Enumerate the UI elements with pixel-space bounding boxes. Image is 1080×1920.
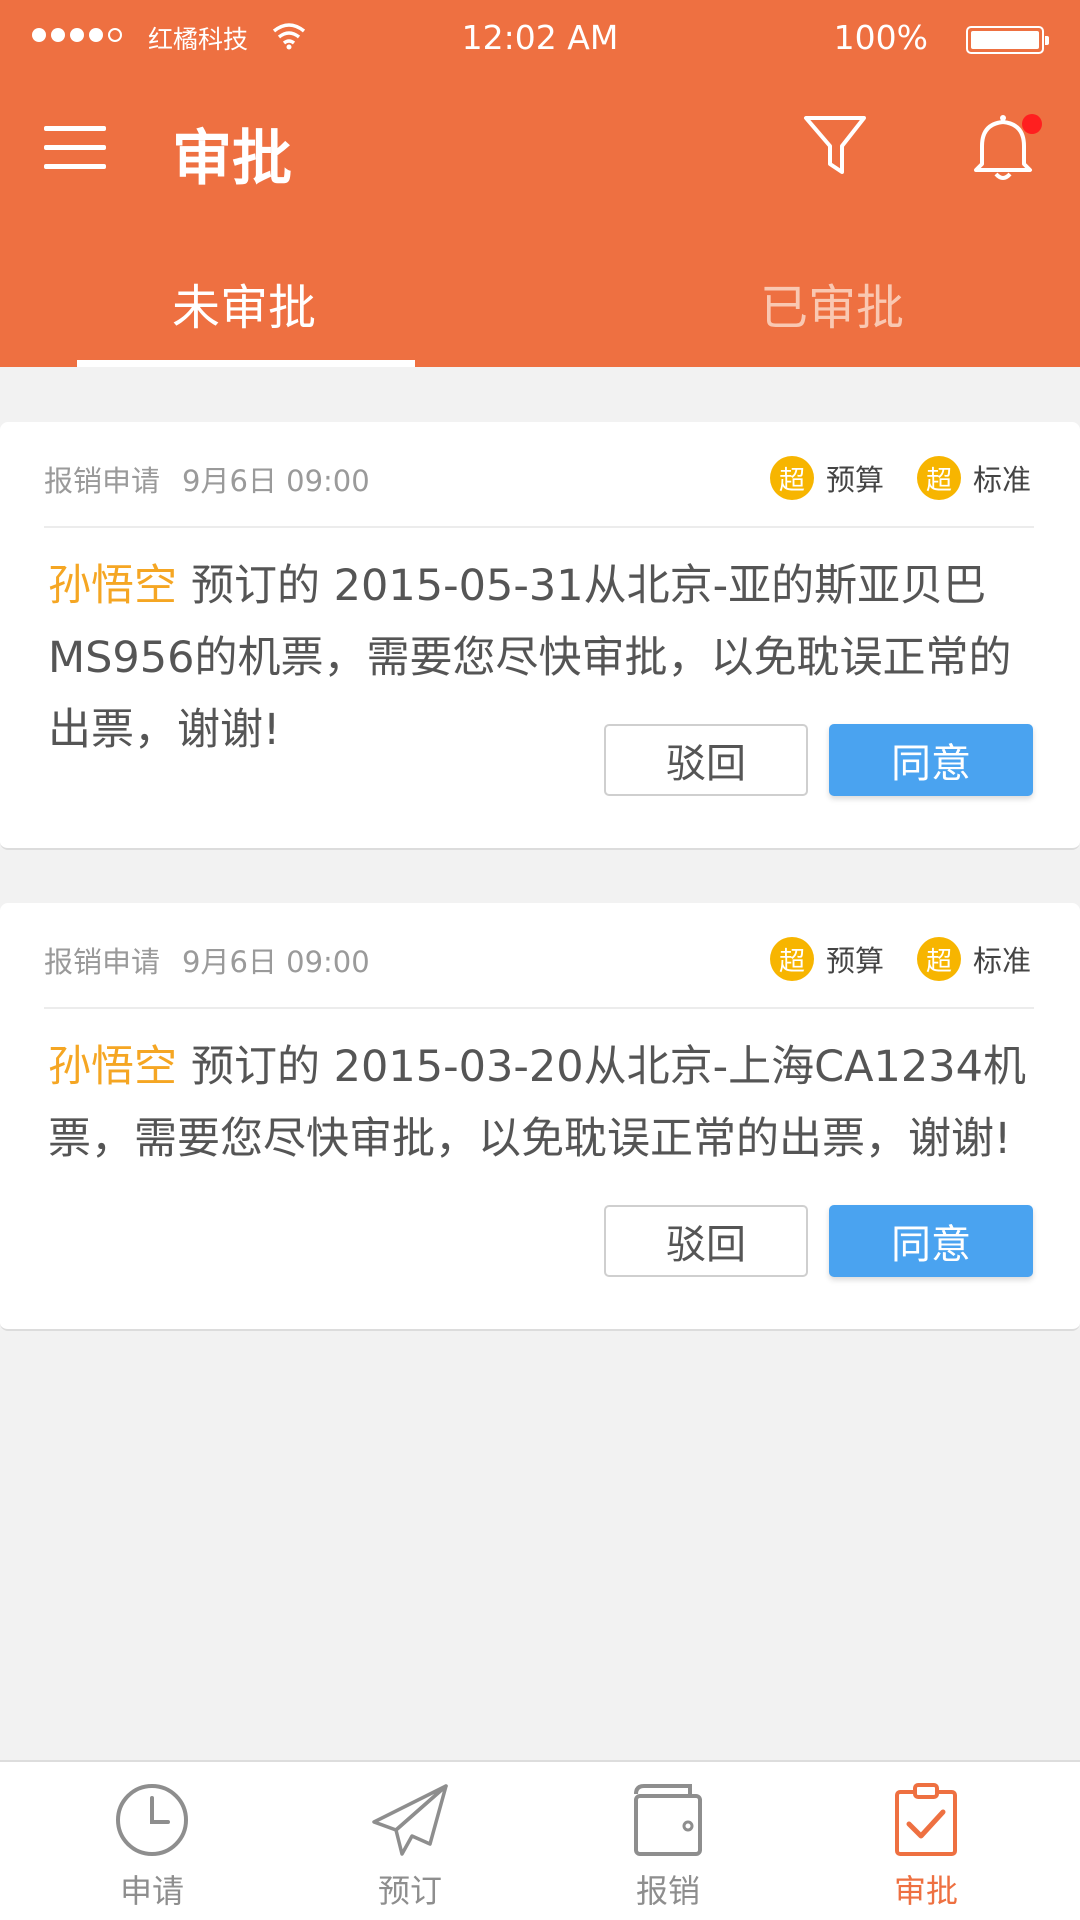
card-meta: 报销申请 9月6日 09:00 [44,939,370,981]
menu-icon[interactable] [44,126,106,170]
over-badge: 超 [770,456,814,500]
status-bar: 红橘科技 12:02 AM 100% [0,0,1080,76]
bottom-nav: 申请 预订 报销 审批 [0,1760,1080,1920]
tab-approved[interactable]: 已审批 [760,268,904,338]
over-standard-tag: 超 标准 [917,456,1031,500]
over-standard-tag: 超 标准 [917,937,1031,981]
nav-label: 预订 [377,1872,442,1910]
approve-button[interactable]: 同意 [829,1205,1033,1277]
over-badge: 超 [917,456,961,500]
request-type: 报销申请 [44,945,161,979]
tag-label: 标准 [973,944,1032,978]
approval-card: 报销申请 9月6日 09:00 超 预算 超 标准 孙悟空 预订的 2015-03-… [0,903,1080,1331]
tag-label: 预算 [826,944,885,978]
card-divider [44,526,1034,528]
card-message: 孙悟空 预订的 2015-03-20从北京-上海CA1234机票，需要您尽快审批，… [48,1031,1040,1175]
notification-badge [1022,114,1042,134]
reject-button[interactable]: 驳回 [604,1205,808,1277]
tag-label: 标准 [973,463,1032,497]
over-budget-tag: 超 预算 [770,937,884,981]
applicant-name[interactable]: 孙悟空 [48,1042,177,1092]
request-date: 9月6日 09:00 [182,464,370,498]
battery-percent: 100% [833,18,928,57]
tab-pending[interactable]: 未审批 [172,268,316,338]
nav-item-expense[interactable]: 报销 [588,1782,748,1912]
nav-label: 申请 [119,1872,184,1910]
over-badge: 超 [770,937,814,981]
tag-label: 预算 [826,463,885,497]
over-badge: 超 [917,937,961,981]
approval-card: 报销申请 9月6日 09:00 超 预算 超 标准 孙悟空 预订的 2015-05-… [0,422,1080,850]
approve-button[interactable]: 同意 [829,724,1033,796]
message-text: 预订的 2015-03-20从北京-上海CA1234机票，需要您尽快审批，以免耽… [48,1042,1026,1164]
battery-icon [966,26,1049,54]
request-type: 报销申请 [44,464,161,498]
card-meta: 报销申请 9月6日 09:00 [44,458,370,500]
clipboard-check-icon [895,1783,957,1856]
reject-button[interactable]: 驳回 [604,724,808,796]
nav-label: 报销 [635,1872,700,1910]
filter-icon[interactable] [802,112,868,178]
applicant-name[interactable]: 孙悟空 [48,561,177,611]
over-budget-tag: 超 预算 [770,456,884,500]
nav-item-apply[interactable]: 申请 [72,1782,232,1912]
page-title: 审批 [172,124,292,194]
app-header: 红橘科技 12:02 AM 100% 审批 未审批 已审批 [0,0,1080,367]
nav-item-book[interactable]: 预订 [330,1782,490,1912]
clock-icon [116,1784,188,1856]
paper-plane-icon [372,1784,448,1856]
nav-item-approve[interactable]: 审批 [846,1782,1006,1912]
nav-label: 审批 [893,1872,958,1910]
request-date: 9月6日 09:00 [182,945,370,979]
card-divider [44,1007,1034,1009]
wallet-icon [634,1784,702,1856]
active-tab-indicator [77,360,415,367]
